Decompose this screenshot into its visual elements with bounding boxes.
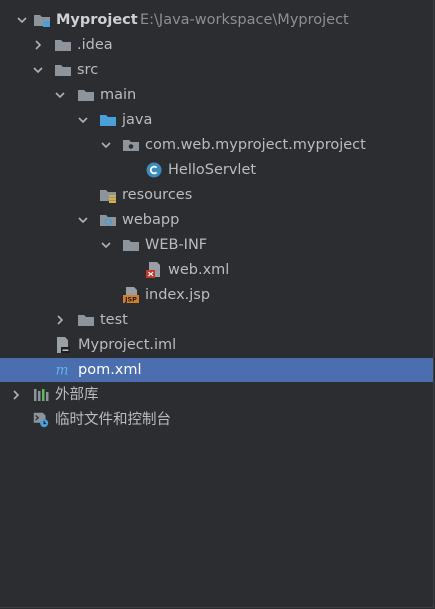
tree-item-iml[interactable]: Myproject.iml: [0, 333, 433, 357]
tree-item-test[interactable]: test: [0, 308, 433, 332]
tree-item-webapp[interactable]: webapp: [0, 208, 433, 232]
chevron-right-icon[interactable]: [30, 33, 46, 57]
chevron-right-icon[interactable]: [52, 308, 68, 332]
iml-file-icon: [54, 333, 72, 357]
resources-folder-icon: [99, 183, 117, 207]
tree-item-pom[interactable]: m pom.xml: [0, 358, 433, 382]
folder-icon: [54, 33, 72, 57]
tree-item-webxml[interactable]: web.xml: [0, 258, 433, 282]
chevron-down-icon[interactable]: [98, 133, 114, 157]
tree-item-label: resources: [122, 187, 193, 203]
tree-item-label: HelloServlet: [168, 162, 257, 178]
web-folder-icon: [99, 208, 117, 232]
chevron-down-icon[interactable]: [75, 208, 91, 232]
chevron-down-icon[interactable]: [14, 8, 30, 32]
tree-item-indexjsp[interactable]: JSP index.jsp: [0, 283, 433, 307]
library-icon: [32, 383, 50, 407]
svg-text:JSP: JSP: [124, 296, 137, 304]
tree-item-webinf[interactable]: WEB-INF: [0, 233, 433, 257]
project-name: Myproject: [56, 12, 138, 28]
tree-item-label: index.jsp: [145, 287, 211, 303]
folder-icon: [122, 233, 140, 257]
tree-item-label: java: [122, 112, 153, 128]
source-folder-icon: [99, 108, 117, 132]
svg-text:m: m: [56, 363, 69, 379]
tree-item-label: Myproject.iml: [78, 337, 177, 353]
folder-icon: [54, 58, 72, 82]
project-tree-panel: Myproject E:\Java-workspace\Myproject .i…: [0, 0, 434, 608]
tree-item-resources[interactable]: resources: [0, 183, 433, 207]
tree-item-label: main: [100, 87, 137, 103]
chevron-down-icon[interactable]: [52, 83, 68, 107]
folder-icon: [77, 308, 95, 332]
tree-item-label: test: [100, 312, 128, 328]
project-path: E:\Java-workspace\Myproject: [140, 12, 349, 28]
tree-item-package[interactable]: com.web.myproject.myproject: [0, 133, 433, 157]
tree-item-label: WEB-INF: [145, 237, 208, 253]
tree-item-main[interactable]: main: [0, 83, 433, 107]
folder-icon: [77, 83, 95, 107]
scratches-icon: [32, 408, 50, 432]
tree-item-label: webapp: [122, 212, 180, 228]
chevron-down-icon[interactable]: [75, 108, 91, 132]
class-icon: [145, 158, 163, 182]
tree-item-label: pom.xml: [78, 362, 142, 378]
chevron-down-icon[interactable]: [98, 233, 114, 257]
maven-icon: m: [53, 358, 71, 382]
tree-item-label: 临时文件和控制台: [55, 412, 171, 428]
xml-file-icon: [145, 258, 163, 282]
tree-item-external-libraries[interactable]: 外部库: [0, 383, 433, 407]
tree-item-src[interactable]: src: [0, 58, 433, 82]
tree-item-java[interactable]: java: [0, 108, 433, 132]
tree-item-scratches[interactable]: 临时文件和控制台: [0, 408, 433, 432]
package-icon: [122, 133, 140, 157]
chevron-down-icon[interactable]: [30, 58, 46, 82]
tree-item-label: .idea: [77, 37, 113, 53]
tree-item-myproject[interactable]: Myproject E:\Java-workspace\Myproject: [0, 8, 433, 32]
chevron-right-icon[interactable]: [8, 383, 24, 407]
tree-item-label: src: [77, 62, 99, 78]
tree-item-label: 外部库: [55, 387, 99, 403]
tree-item-helloservlet[interactable]: HelloServlet: [0, 158, 433, 182]
tree-item-label: com.web.myproject.myproject: [145, 137, 366, 153]
jsp-file-icon: JSP: [122, 283, 140, 307]
tree-item-idea[interactable]: .idea: [0, 33, 433, 57]
tree-item-label: web.xml: [168, 262, 230, 278]
module-folder-icon: [33, 8, 51, 32]
